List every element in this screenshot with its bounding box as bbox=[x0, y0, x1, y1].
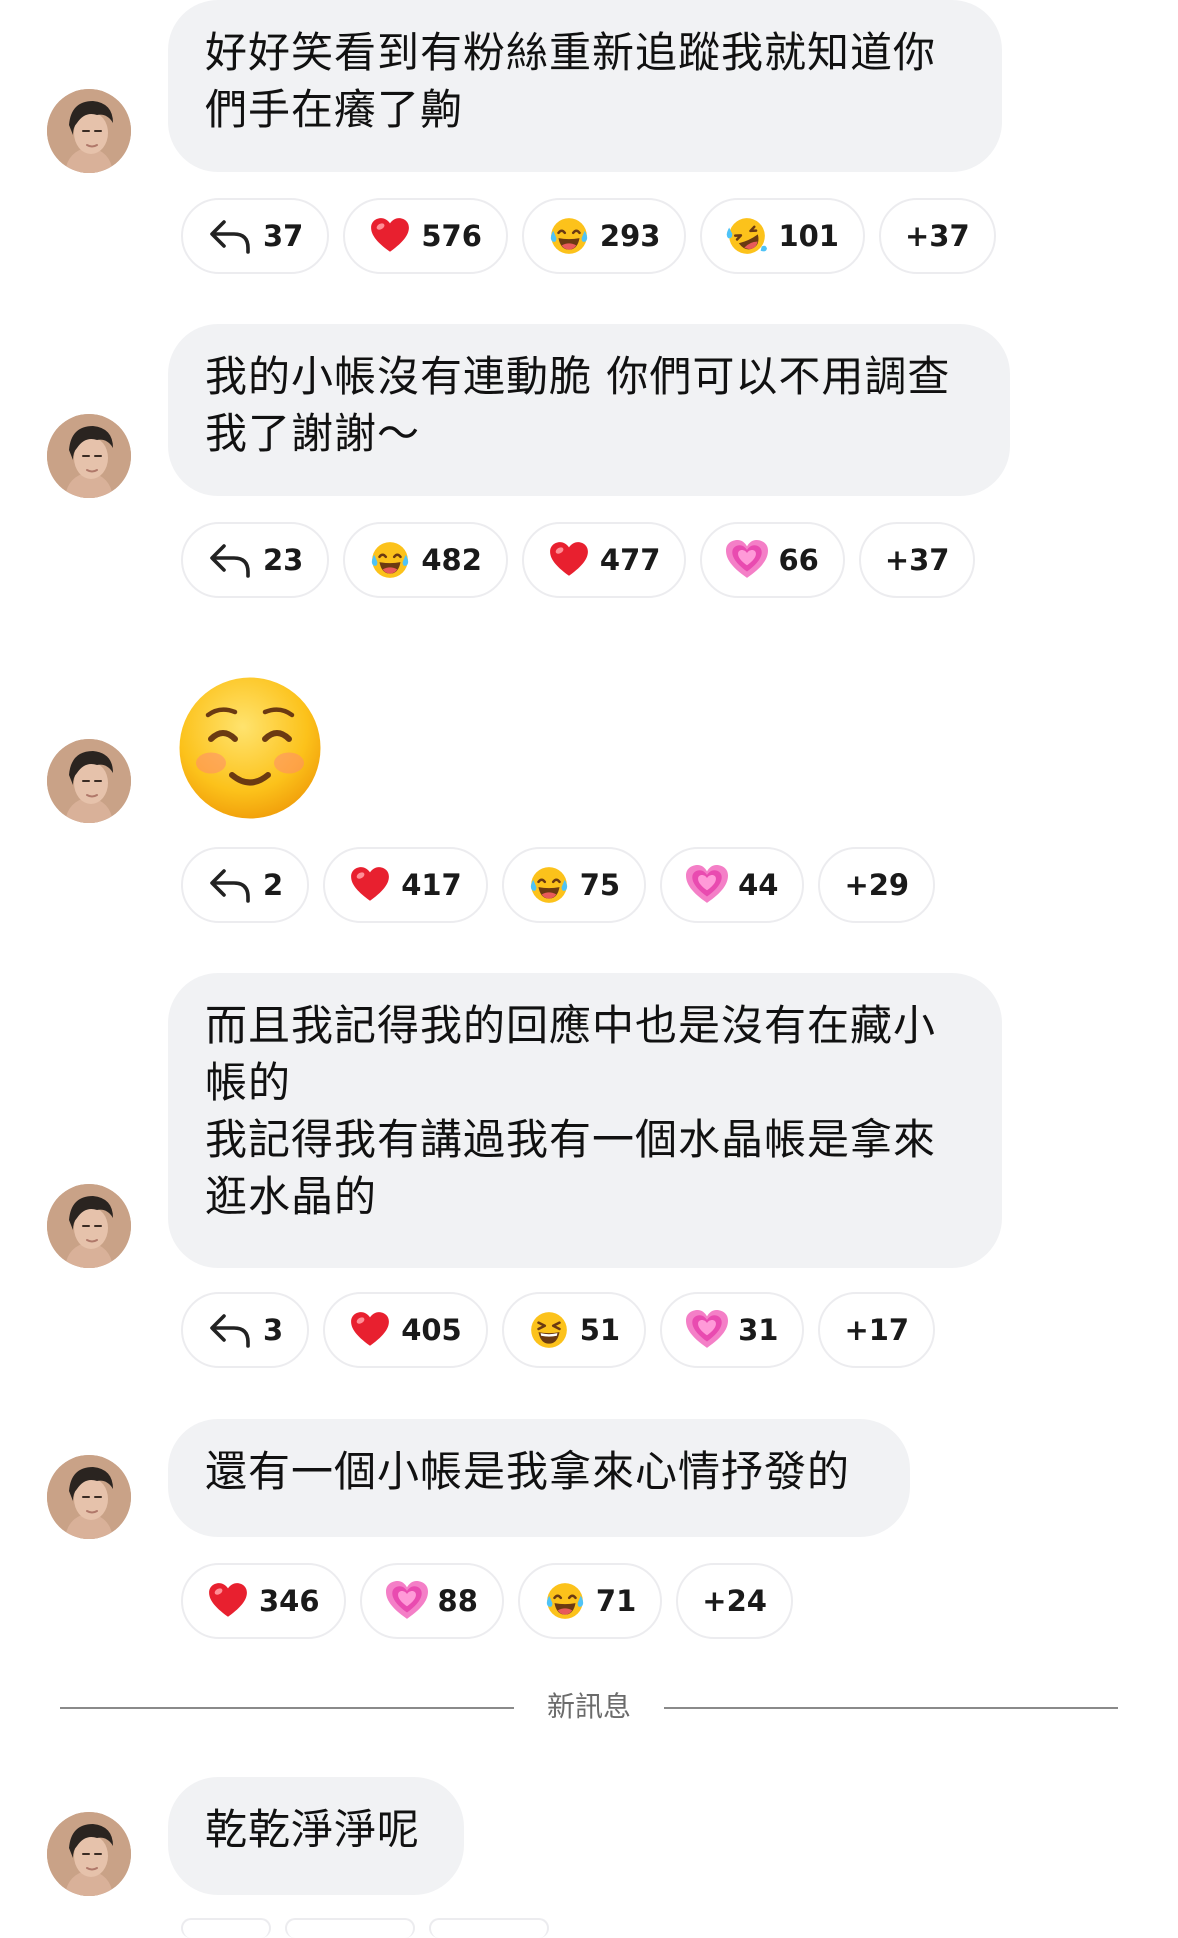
reaction-count: 346 bbox=[259, 1584, 320, 1618]
tears-of-joy-icon bbox=[369, 539, 411, 581]
tears-of-joy-icon bbox=[548, 215, 590, 257]
reply-icon bbox=[207, 216, 253, 256]
reaction-pill[interactable]: 71 bbox=[517, 1563, 663, 1639]
reply-count-button[interactable]: 2 bbox=[181, 847, 310, 923]
sender-avatar[interactable] bbox=[47, 1812, 131, 1896]
red-heart-icon bbox=[207, 1580, 249, 1622]
new-messages-divider: 新訊息 bbox=[60, 1692, 1118, 1722]
reaction-bar: 23 482 477 66 +37 bbox=[181, 522, 976, 598]
reaction-count: 75 bbox=[579, 868, 621, 902]
red-heart-icon bbox=[548, 539, 590, 581]
sender-avatar[interactable] bbox=[47, 739, 131, 823]
reaction-bar: 346 88 71 +24 bbox=[181, 1563, 793, 1639]
message-bubble[interactable]: 還有一個小帳是我拿來心情抒發的 bbox=[168, 1419, 910, 1537]
growing-heart-icon bbox=[686, 1309, 729, 1351]
reaction-count: 71 bbox=[595, 1584, 637, 1618]
reaction-pill[interactable]: 576 bbox=[343, 198, 508, 274]
reaction-count: 31 bbox=[738, 1313, 779, 1347]
red-heart-icon bbox=[369, 215, 411, 257]
reaction-count: +37 bbox=[905, 219, 970, 253]
reaction-count: 576 bbox=[421, 219, 482, 253]
reaction-pill[interactable]: 51 bbox=[501, 1292, 647, 1368]
reaction-count: 477 bbox=[599, 543, 661, 577]
growing-heart-icon bbox=[385, 1580, 428, 1622]
smiling-face-icon[interactable] bbox=[175, 673, 325, 823]
more-reactions-button[interactable]: +17 bbox=[818, 1292, 936, 1368]
reply-count-button[interactable]: 37 bbox=[181, 198, 330, 274]
sender-avatar[interactable] bbox=[47, 1184, 131, 1268]
reaction-bar: 3 405 51 31 +17 bbox=[181, 1292, 936, 1368]
reaction-count: 101 bbox=[778, 219, 839, 253]
reaction-pill[interactable]: 101 bbox=[700, 198, 865, 274]
message-bubble[interactable]: 好好笑看到有粉絲重新追蹤我就知道你 們手在癢了齁 bbox=[168, 0, 1002, 172]
more-reactions-button[interactable]: +29 bbox=[818, 847, 936, 923]
reaction-bar: 2 417 75 44 +29 bbox=[181, 847, 936, 923]
sender-avatar[interactable] bbox=[47, 414, 131, 498]
red-heart-icon bbox=[349, 864, 391, 906]
more-reactions-button[interactable]: +37 bbox=[879, 198, 996, 274]
tears-of-joy-icon bbox=[528, 864, 570, 906]
rolling-laughing-icon bbox=[726, 215, 768, 257]
tears-of-joy-icon bbox=[544, 1580, 586, 1622]
reply-count-button[interactable]: 3 bbox=[181, 1292, 310, 1368]
reaction-pill[interactable]: 405 bbox=[323, 1292, 488, 1368]
reaction-count: 37 bbox=[263, 219, 304, 253]
reaction-pill[interactable]: 75 bbox=[501, 847, 647, 923]
reaction-pill[interactable]: 66 bbox=[700, 522, 845, 598]
sender-avatar[interactable] bbox=[47, 1455, 131, 1539]
red-heart-icon bbox=[349, 1309, 391, 1351]
reaction-bar: 37 576 293 101 +37 bbox=[181, 198, 996, 274]
reaction-pill[interactable]: 417 bbox=[323, 847, 488, 923]
reaction-count: +24 bbox=[702, 1584, 767, 1618]
reaction-count: 405 bbox=[401, 1313, 462, 1347]
reaction-count: 2 bbox=[263, 868, 284, 902]
reaction-count: 482 bbox=[421, 543, 482, 577]
reaction-pill[interactable]: 88 bbox=[359, 1563, 504, 1639]
reaction-pill[interactable]: 31 bbox=[660, 1292, 805, 1368]
message-bubble[interactable]: 乾乾淨淨呢 bbox=[168, 1777, 464, 1895]
reply-count-button[interactable]: 23 bbox=[181, 522, 330, 598]
reaction-count: 3 bbox=[263, 1313, 284, 1347]
reaction-count: 51 bbox=[579, 1313, 621, 1347]
growing-heart-icon bbox=[726, 539, 769, 581]
reaction-pill[interactable]: 482 bbox=[343, 522, 508, 598]
growing-heart-icon bbox=[686, 864, 729, 906]
reaction-count: 88 bbox=[437, 1584, 478, 1618]
reaction-count: +29 bbox=[844, 868, 910, 902]
sender-avatar[interactable] bbox=[47, 89, 131, 173]
reaction-count: 44 bbox=[738, 868, 779, 902]
reaction-count: 23 bbox=[263, 543, 304, 577]
reply-icon bbox=[207, 865, 253, 905]
reaction-count: 417 bbox=[401, 868, 462, 902]
reaction-pill[interactable]: 44 bbox=[660, 847, 805, 923]
reply-icon bbox=[207, 1310, 253, 1350]
reply-icon bbox=[207, 540, 253, 580]
more-reactions-button[interactable]: +24 bbox=[676, 1563, 793, 1639]
reaction-pill[interactable]: 346 bbox=[181, 1563, 346, 1639]
reaction-pill[interactable]: 293 bbox=[521, 198, 687, 274]
reaction-count: 293 bbox=[599, 219, 661, 253]
message-bubble[interactable]: 我的小帳沒有連動脆 你們可以不用調查 我了謝謝～ bbox=[168, 324, 1010, 496]
message-bubble[interactable]: 而且我記得我的回應中也是沒有在藏小 帳的 我記得我有講過我有一個水晶帳是拿來 逛… bbox=[168, 973, 1002, 1268]
reaction-count: +37 bbox=[884, 543, 950, 577]
more-reactions-button[interactable]: +37 bbox=[858, 522, 976, 598]
reaction-count: +17 bbox=[844, 1313, 910, 1347]
grinning-squint-icon bbox=[528, 1309, 570, 1351]
reaction-count: 66 bbox=[778, 543, 819, 577]
reaction-bar bbox=[181, 1918, 549, 1938]
reaction-pill[interactable]: 477 bbox=[521, 522, 687, 598]
